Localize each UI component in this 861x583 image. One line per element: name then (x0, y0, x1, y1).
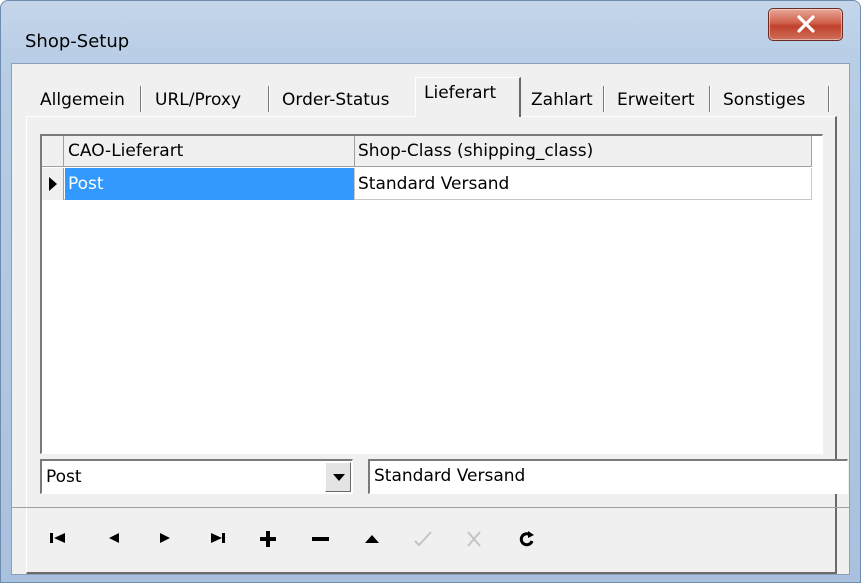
tab-separator (140, 86, 142, 112)
shop-class-field[interactable]: Standard Versand (368, 459, 848, 494)
dialog-client: Allgemein URL/Proxy Order-Status Liefera… (11, 63, 850, 575)
delete-record-button[interactable] (304, 518, 338, 558)
tab-sonstiges[interactable]: Sonstiges (715, 86, 805, 116)
tab-order-status[interactable]: Order-Status (274, 86, 390, 116)
window-title: Shop-Setup (25, 31, 130, 52)
tab-separator (268, 86, 270, 112)
tab-separator (709, 86, 711, 112)
column-header-cao-lieferart[interactable]: CAO-Lieferart (65, 136, 355, 167)
lieferart-grid[interactable]: CAO-Lieferart Shop-Class (shipping_class… (40, 134, 823, 454)
cross-icon (467, 531, 481, 547)
title-bar[interactable]: Shop-Setup (1, 1, 860, 63)
last-icon (211, 533, 225, 543)
close-icon (797, 15, 815, 33)
cancel-edit-button[interactable] (458, 518, 492, 558)
up-triangle-icon (365, 535, 379, 543)
prior-icon (109, 533, 119, 543)
column-header-shop-class[interactable]: Shop-Class (shipping_class) (355, 136, 812, 167)
first-record-button[interactable] (42, 518, 76, 558)
next-icon (160, 533, 170, 543)
tab-lieferart[interactable]: Lieferart (415, 77, 521, 117)
tab-strip: Allgemein URL/Proxy Order-Status Liefera… (12, 64, 849, 117)
edit-record-button[interactable] (356, 518, 390, 558)
combo-value: Post (46, 467, 82, 487)
grid-header: CAO-Lieferart Shop-Class (shipping_class… (42, 136, 812, 167)
db-navigator (12, 507, 849, 574)
tab-separator (828, 86, 830, 112)
tab-erweitert[interactable]: Erweitert (609, 86, 695, 116)
tab-allgemein[interactable]: Allgemein (32, 86, 125, 116)
tab-separator (603, 86, 605, 112)
plus-icon (260, 531, 276, 547)
refresh-icon (519, 531, 534, 547)
checkmark-icon (414, 531, 432, 547)
minus-icon (312, 537, 329, 541)
post-record-button[interactable] (406, 518, 440, 558)
close-button[interactable] (768, 8, 843, 41)
cell-lieferart[interactable]: Post (65, 168, 355, 200)
last-record-button[interactable] (202, 518, 236, 558)
insert-record-button[interactable] (252, 518, 286, 558)
tab-zahlart[interactable]: Zahlart (523, 86, 593, 116)
combo-dropdown-button[interactable] (325, 462, 351, 492)
next-record-button[interactable] (150, 518, 184, 558)
lieferart-combobox[interactable]: Post (40, 459, 353, 494)
current-row-icon (49, 177, 57, 191)
cell-shop-class[interactable]: Standard Versand (355, 168, 812, 200)
first-icon (50, 533, 65, 543)
tab-url-proxy[interactable]: URL/Proxy (147, 86, 241, 116)
row-indicator (42, 168, 64, 200)
refresh-data-button[interactable] (512, 518, 546, 558)
chevron-down-icon (333, 474, 345, 481)
indicator-column-header (42, 136, 64, 166)
shop-setup-window: Shop-Setup Allgemein URL/Proxy Order-Sta… (0, 0, 861, 583)
prior-record-button[interactable] (98, 518, 132, 558)
table-row[interactable]: Post Standard Versand (42, 168, 812, 200)
